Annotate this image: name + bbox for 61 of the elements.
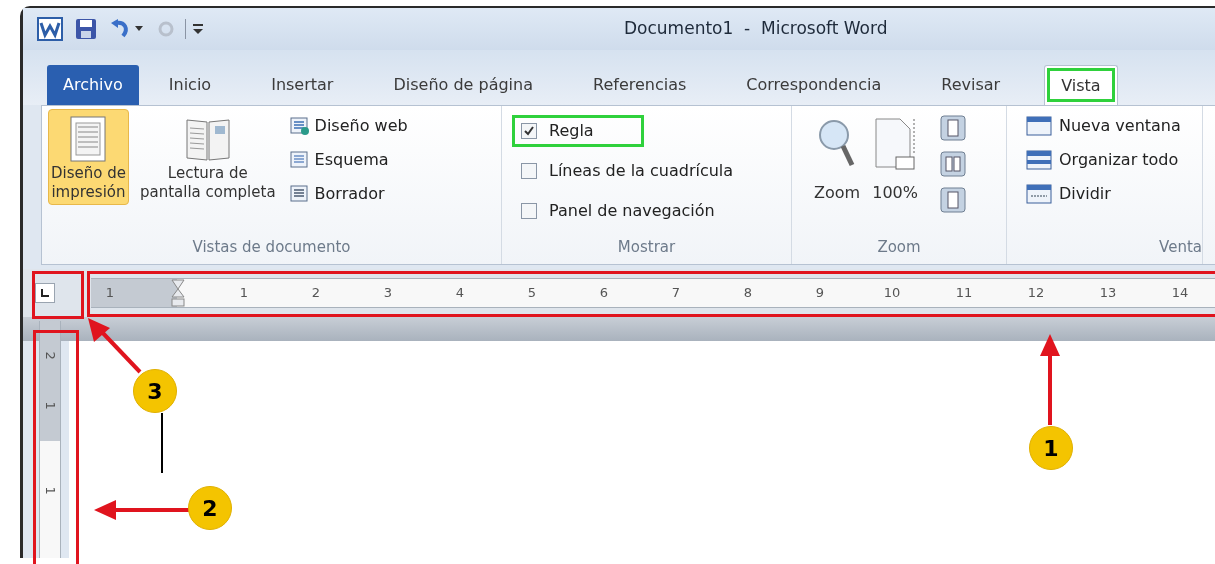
ribbon-tab[interactable]: Vista	[1044, 65, 1118, 105]
tab-selector[interactable]	[35, 283, 55, 303]
group-label: Mostrar	[616, 237, 677, 258]
customize-menu-icon[interactable]	[192, 23, 204, 35]
ruler-number: 7	[671, 284, 681, 303]
ribbon-tab[interactable]: Diseño de página	[377, 65, 549, 105]
ruler-number: 4	[455, 284, 465, 303]
draft-icon	[288, 184, 311, 204]
ruler-number: 2	[41, 351, 59, 361]
window-title: Documento1 - Microsoft Word	[624, 17, 888, 41]
ribbon-tab[interactable]: Revisar	[925, 65, 1017, 105]
checkbox[interactable]	[521, 123, 537, 139]
outline-icon	[288, 150, 311, 170]
ribbon-tab[interactable]: Inicio	[152, 65, 228, 105]
save-icon[interactable]	[75, 18, 97, 40]
checkbox-option[interactable]: Panel de navegación	[512, 195, 785, 227]
ribbon-tab[interactable]: Insertar	[255, 65, 350, 105]
checkbox[interactable]	[521, 163, 537, 179]
ruler-number: 1	[239, 284, 249, 303]
checkbox-option[interactable]: Regla	[512, 115, 644, 147]
ruler-number: 2	[311, 284, 321, 303]
ruler-number: 9	[815, 284, 825, 303]
zoom-100-button[interactable]: 100%	[872, 115, 919, 205]
ribbon-tab[interactable]: Referencias	[577, 65, 703, 105]
highlight-frame	[32, 271, 84, 319]
split-window-icon	[1025, 182, 1053, 206]
ruler-number: 1	[105, 284, 115, 303]
ruler-number: 1	[41, 486, 59, 495]
view-button[interactable]: Diseño de impresión	[48, 109, 129, 205]
ruler-number: 8	[743, 284, 753, 303]
stacked-windows-icon	[1025, 148, 1053, 172]
arrow	[88, 318, 142, 374]
ruler-number: 14	[1171, 284, 1189, 303]
ribbon-tab[interactable]: Correspondencia	[730, 65, 898, 105]
two-pages-icon[interactable]	[940, 151, 967, 177]
zoom-button[interactable]: Zoom	[814, 115, 861, 205]
file-tab[interactable]: Archivo	[47, 65, 139, 105]
ruler-number: 10	[883, 284, 901, 303]
undo-icon[interactable]	[109, 19, 131, 39]
ruler-number: 5	[527, 284, 537, 303]
left-tab-icon	[41, 289, 49, 297]
group-label: Venta	[1158, 237, 1202, 258]
one-page-icon[interactable]	[940, 115, 967, 141]
page-width-icon[interactable]	[940, 187, 967, 213]
word-logo-icon[interactable]	[37, 17, 63, 41]
web-page-icon	[288, 116, 311, 136]
text-cursor	[161, 413, 163, 473]
indent-marker-icon[interactable]	[171, 279, 185, 307]
ruler-number: 1	[41, 401, 59, 411]
ruler-number: 3	[383, 284, 393, 303]
group-label: Zoom	[876, 237, 922, 258]
ruler-number: 6	[599, 284, 609, 303]
ruler-number: 12	[1027, 284, 1045, 303]
view-button[interactable]: Lectura de pantalla completa	[136, 109, 279, 205]
checkbox[interactable]	[521, 203, 537, 219]
new-window-icon	[1025, 114, 1053, 138]
ruler-number: 13	[1099, 284, 1117, 303]
group-label: Vistas de documento	[191, 237, 352, 258]
dropdown-arrow-icon[interactable]	[135, 26, 143, 32]
ruler-number: 11	[955, 284, 973, 303]
checkbox-option[interactable]: Líneas de la cuadrícula	[512, 155, 785, 187]
